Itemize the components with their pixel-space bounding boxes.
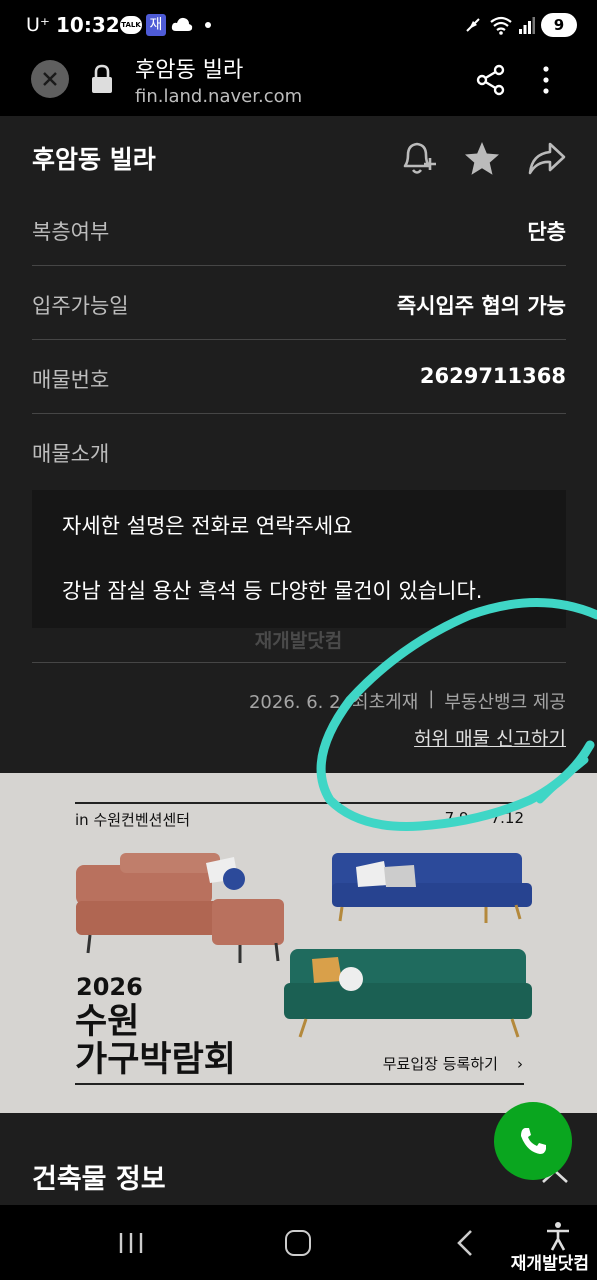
cloud-icon	[171, 17, 193, 31]
description-line: 자세한 설명은 전화로 연락주세요	[62, 514, 353, 538]
forward-icon[interactable]	[527, 140, 567, 176]
clock: 10:32	[56, 13, 120, 37]
browser-toolbar: 후암동 빌라 fin.land.naver.com	[0, 50, 597, 116]
ad-year: 2026	[76, 973, 143, 1001]
info-label: 매물번호	[32, 368, 110, 392]
back-icon[interactable]	[455, 1229, 475, 1257]
close-icon	[43, 72, 57, 86]
star-icon[interactable]	[463, 140, 501, 178]
info-label: 입주가능일	[32, 294, 129, 318]
info-row-duplex: 복층여부 단층	[32, 192, 566, 266]
mute-icon	[466, 18, 480, 32]
ad-title: 가구박람회	[75, 1040, 237, 1080]
listing-detail: 후암동 빌라 복층여부 단층 입주가능일 즉시입주 협의 가능 매물번호 262…	[0, 116, 597, 773]
ad-dates: 7.9 ~ 7.12	[444, 809, 524, 827]
ad-register-link[interactable]: 무료입장 등록하기 ›	[383, 1053, 523, 1074]
app-notification-icon: 재	[146, 14, 166, 36]
listing-meta: 2026. 6. 2. 최초게재 | 부동산뱅크 제공	[249, 688, 566, 714]
info-value: 즉시입주 협의 가능	[396, 294, 566, 318]
share-icon[interactable]	[476, 64, 506, 96]
page-url[interactable]: fin.land.naver.com	[135, 86, 302, 107]
more-icon[interactable]	[535, 64, 557, 96]
posted-date: 2026. 6. 2. 최초게재	[248, 692, 419, 713]
notification-dot-icon	[205, 22, 211, 28]
lock-icon	[92, 64, 112, 93]
phone-icon	[521, 1128, 546, 1154]
watermark: 재개발닷컴	[254, 630, 343, 652]
accessibility-icon[interactable]	[545, 1221, 571, 1251]
info-row-move-in: 입주가능일 즉시입주 협의 가능	[32, 266, 566, 340]
kakaotalk-icon: TALK	[120, 16, 142, 34]
divider	[32, 662, 566, 663]
watermark: 재개발닷컴	[510, 1254, 589, 1274]
listing-title: 후암동 빌라	[32, 145, 156, 174]
description-line: 강남 잠실 용산 흑석 등 다양한 물건이 있습니다.	[62, 579, 483, 603]
chevron-right-icon: ›	[517, 1055, 523, 1073]
report-fake-listing-link[interactable]: 허위 매물 신고하기	[414, 724, 566, 751]
ad-title: 수원	[75, 1002, 140, 1042]
ad-banner[interactable]: in 수원컨벤션센터 7.9 ~ 7.12 2026 수원 가구박람회 무료입장…	[0, 773, 597, 1113]
close-button[interactable]	[31, 60, 69, 98]
section-title: 건축물 정보	[32, 1164, 166, 1195]
description-label: 매물소개	[32, 442, 110, 466]
ad-divider	[75, 1083, 524, 1085]
info-row-listing-number: 매물번호 2629711368	[32, 340, 566, 414]
bell-add-icon[interactable]	[399, 138, 437, 178]
ad-divider	[75, 802, 524, 804]
call-button[interactable]	[494, 1102, 572, 1180]
status-bar: U⁺ 10:32 TALK 재 9	[0, 0, 597, 50]
battery-indicator: 9	[541, 13, 577, 37]
meta-separator: |	[428, 688, 435, 709]
ad-register-label: 무료입장 등록하기	[382, 1055, 498, 1073]
ad-venue: in 수원컨벤션센터	[75, 811, 191, 829]
signal-icon	[519, 17, 535, 34]
provider: 부동산뱅크 제공	[444, 692, 566, 713]
page-title: 후암동 빌라	[135, 58, 244, 83]
description-box: 자세한 설명은 전화로 연락주세요 강남 잠실 용산 흑석 등 다양한 물건이 …	[32, 490, 566, 628]
info-value: 2629711368	[419, 364, 566, 388]
info-label: 복층여부	[32, 220, 110, 244]
system-nav-bar: 재개발닷컴	[0, 1205, 597, 1280]
home-button[interactable]	[285, 1230, 311, 1256]
status-icons: 9	[463, 13, 577, 37]
carrier-label: U⁺	[26, 14, 50, 36]
wifi-icon	[490, 16, 512, 35]
info-value: 단층	[527, 220, 566, 244]
recent-apps-icon[interactable]	[118, 1231, 144, 1255]
